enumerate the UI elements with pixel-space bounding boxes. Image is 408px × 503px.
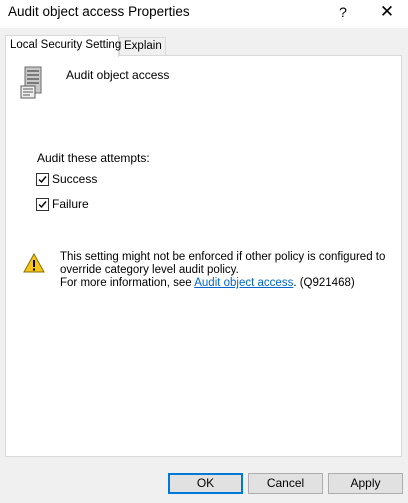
failure-checkbox[interactable] <box>36 197 49 211</box>
tab-explain[interactable]: Explain <box>119 37 166 55</box>
tab-panel: Audit object access Audit these attempts… <box>5 55 402 457</box>
audit-object-access-link[interactable]: Audit object access <box>194 277 293 289</box>
failure-label[interactable]: Failure <box>52 197 89 211</box>
success-checkbox[interactable] <box>36 172 49 186</box>
window-title: Audit object access Properties <box>8 4 190 19</box>
close-button[interactable]: ✕ <box>372 0 402 28</box>
cancel-button[interactable]: Cancel <box>248 473 323 494</box>
warning-line-2: override category level audit policy. <box>60 264 239 276</box>
ok-button[interactable]: OK <box>168 473 243 494</box>
warning-line-3-prefix: For more information, see <box>60 277 195 289</box>
failure-option[interactable]: Failure <box>36 196 89 212</box>
policy-name: Audit object access <box>66 68 170 82</box>
help-button[interactable]: ? <box>328 0 358 28</box>
warning-line-1: This setting might not be enforced if ot… <box>60 251 386 263</box>
warning-line-3: For more information, see Audit object a… <box>60 277 390 290</box>
server-policy-icon <box>19 66 47 100</box>
warning-message: This setting might not be enforced if ot… <box>60 251 390 290</box>
title-bar: Audit object access Properties ? ✕ <box>0 0 408 28</box>
tab-local-security-setting[interactable]: Local Security Setting <box>5 35 121 57</box>
warning-line-3-suffix: . (Q921468) <box>293 277 355 289</box>
audit-attempts-label: Audit these attempts: <box>37 151 150 165</box>
warning-icon <box>23 252 45 273</box>
apply-button[interactable]: Apply <box>328 473 403 494</box>
success-label[interactable]: Success <box>52 172 97 186</box>
success-option[interactable]: Success <box>36 171 97 187</box>
tab-strip: Local Security Setting Explain <box>5 35 403 57</box>
